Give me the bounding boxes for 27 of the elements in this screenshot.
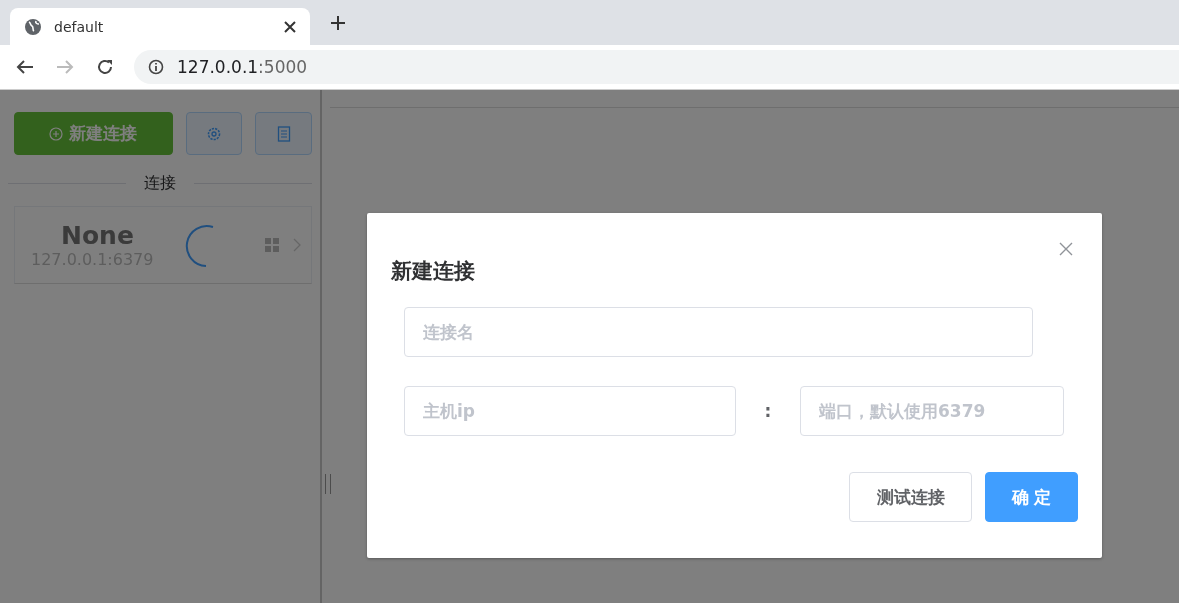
back-icon[interactable] (16, 59, 34, 75)
chevron-right-icon (293, 238, 301, 252)
url-text: 127.0.0.1:5000 (177, 57, 308, 77)
host-field[interactable]: 主机ip (404, 386, 736, 436)
dialog-title: 新建连接 (391, 258, 476, 285)
tab-title: default (54, 18, 105, 35)
test-connection-button[interactable]: 测试连接 (849, 472, 972, 522)
reload-icon[interactable] (96, 58, 114, 76)
section-title: 连接 (144, 173, 176, 194)
settings-icon (206, 125, 223, 142)
forward-icon[interactable] (56, 59, 74, 75)
address-bar[interactable]: 127.0.0.1:5000 (134, 50, 1179, 84)
resize-handle[interactable] (325, 474, 331, 494)
document-icon (276, 125, 291, 142)
connection-name: None (61, 221, 134, 250)
connection-name-field[interactable]: 连接名 (404, 307, 1033, 357)
plus-circle-icon (49, 126, 64, 141)
settings-button[interactable] (185, 112, 243, 155)
document-button[interactable] (255, 112, 312, 155)
separator-text: : (763, 401, 773, 421)
globe-icon (24, 17, 42, 36)
info-icon (148, 59, 164, 75)
new-tab-icon[interactable] (330, 15, 346, 31)
port-field[interactable]: 端口，默认使用6379 (800, 386, 1064, 436)
browser-tab[interactable]: default (10, 8, 310, 45)
grid-icon[interactable] (265, 238, 279, 252)
close-icon[interactable] (284, 20, 296, 33)
